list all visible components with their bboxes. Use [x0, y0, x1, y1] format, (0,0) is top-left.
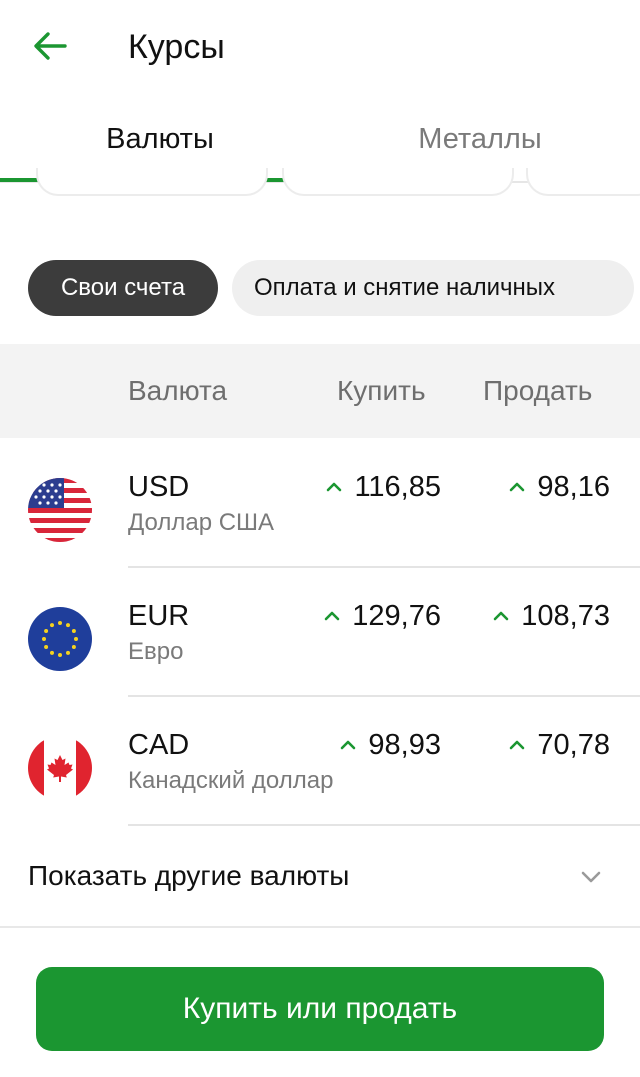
row-divider	[128, 824, 640, 826]
currency-code: EUR	[128, 600, 190, 632]
row-divider	[128, 695, 640, 697]
buy-or-sell-button[interactable]: Купить или продать	[36, 967, 604, 1051]
chevron-down-icon	[578, 864, 604, 890]
column-header-sell: Продать	[483, 375, 593, 406]
currency-code: USD	[128, 471, 190, 503]
sell-rate: 98,16	[507, 470, 610, 504]
buy-rate: 116,85	[324, 470, 441, 504]
us-flag-icon	[28, 478, 92, 542]
buy-rate-value: 129,76	[352, 600, 441, 632]
chevron-up-icon	[507, 735, 527, 755]
column-header-buy: Купить	[337, 375, 426, 406]
eu-flag-icon	[28, 607, 92, 671]
scrolled-card	[526, 168, 640, 196]
buy-rate: 129,76	[322, 599, 441, 633]
table-row[interactable]: EUR Евро 129,76 108,73	[0, 569, 640, 697]
currency-name: Канадский доллар	[128, 767, 334, 794]
sell-rate: 70,78	[507, 728, 610, 762]
buy-rate-value: 116,85	[354, 471, 441, 503]
column-header-currency: Валюта	[128, 375, 228, 406]
rates-table-header: Валюта Купить Продать	[0, 344, 640, 438]
currency-name: Доллар США	[128, 509, 275, 536]
sell-rate-value: 70,78	[537, 729, 610, 761]
chevron-up-icon	[322, 606, 342, 626]
show-more-label: Показать другие валюты	[28, 860, 350, 891]
row-divider	[128, 566, 640, 568]
ca-flag-icon	[28, 736, 92, 800]
scrolled-card	[282, 168, 514, 196]
filter-own-accounts[interactable]: Свои счета	[28, 260, 218, 316]
currency-name: Евро	[128, 638, 184, 665]
currency-code: CAD	[128, 729, 190, 761]
sell-rate-value: 98,16	[537, 471, 610, 503]
chevron-up-icon	[324, 477, 344, 497]
table-row[interactable]: USD Доллар США 116,85 98,16	[0, 440, 640, 568]
filter-payment-cash[interactable]: Оплата и снятие наличных	[232, 260, 634, 316]
buy-rate: 98,93	[338, 728, 441, 762]
app-bar: Курсы	[0, 0, 640, 96]
buy-rate-value: 98,93	[368, 729, 441, 761]
section-divider	[0, 926, 640, 928]
show-more-currencies[interactable]: Показать другие валюты	[0, 828, 640, 926]
table-row[interactable]: CAD Канадский доллар 98,93 70,78	[0, 698, 640, 826]
page-title: Курсы	[128, 28, 225, 66]
back-arrow-icon[interactable]	[28, 26, 72, 66]
sell-rate-value: 108,73	[521, 600, 610, 632]
chevron-up-icon	[507, 477, 527, 497]
chevron-up-icon	[491, 606, 511, 626]
scrolled-card	[36, 168, 268, 196]
sell-rate: 108,73	[491, 599, 610, 633]
chevron-up-icon	[338, 735, 358, 755]
